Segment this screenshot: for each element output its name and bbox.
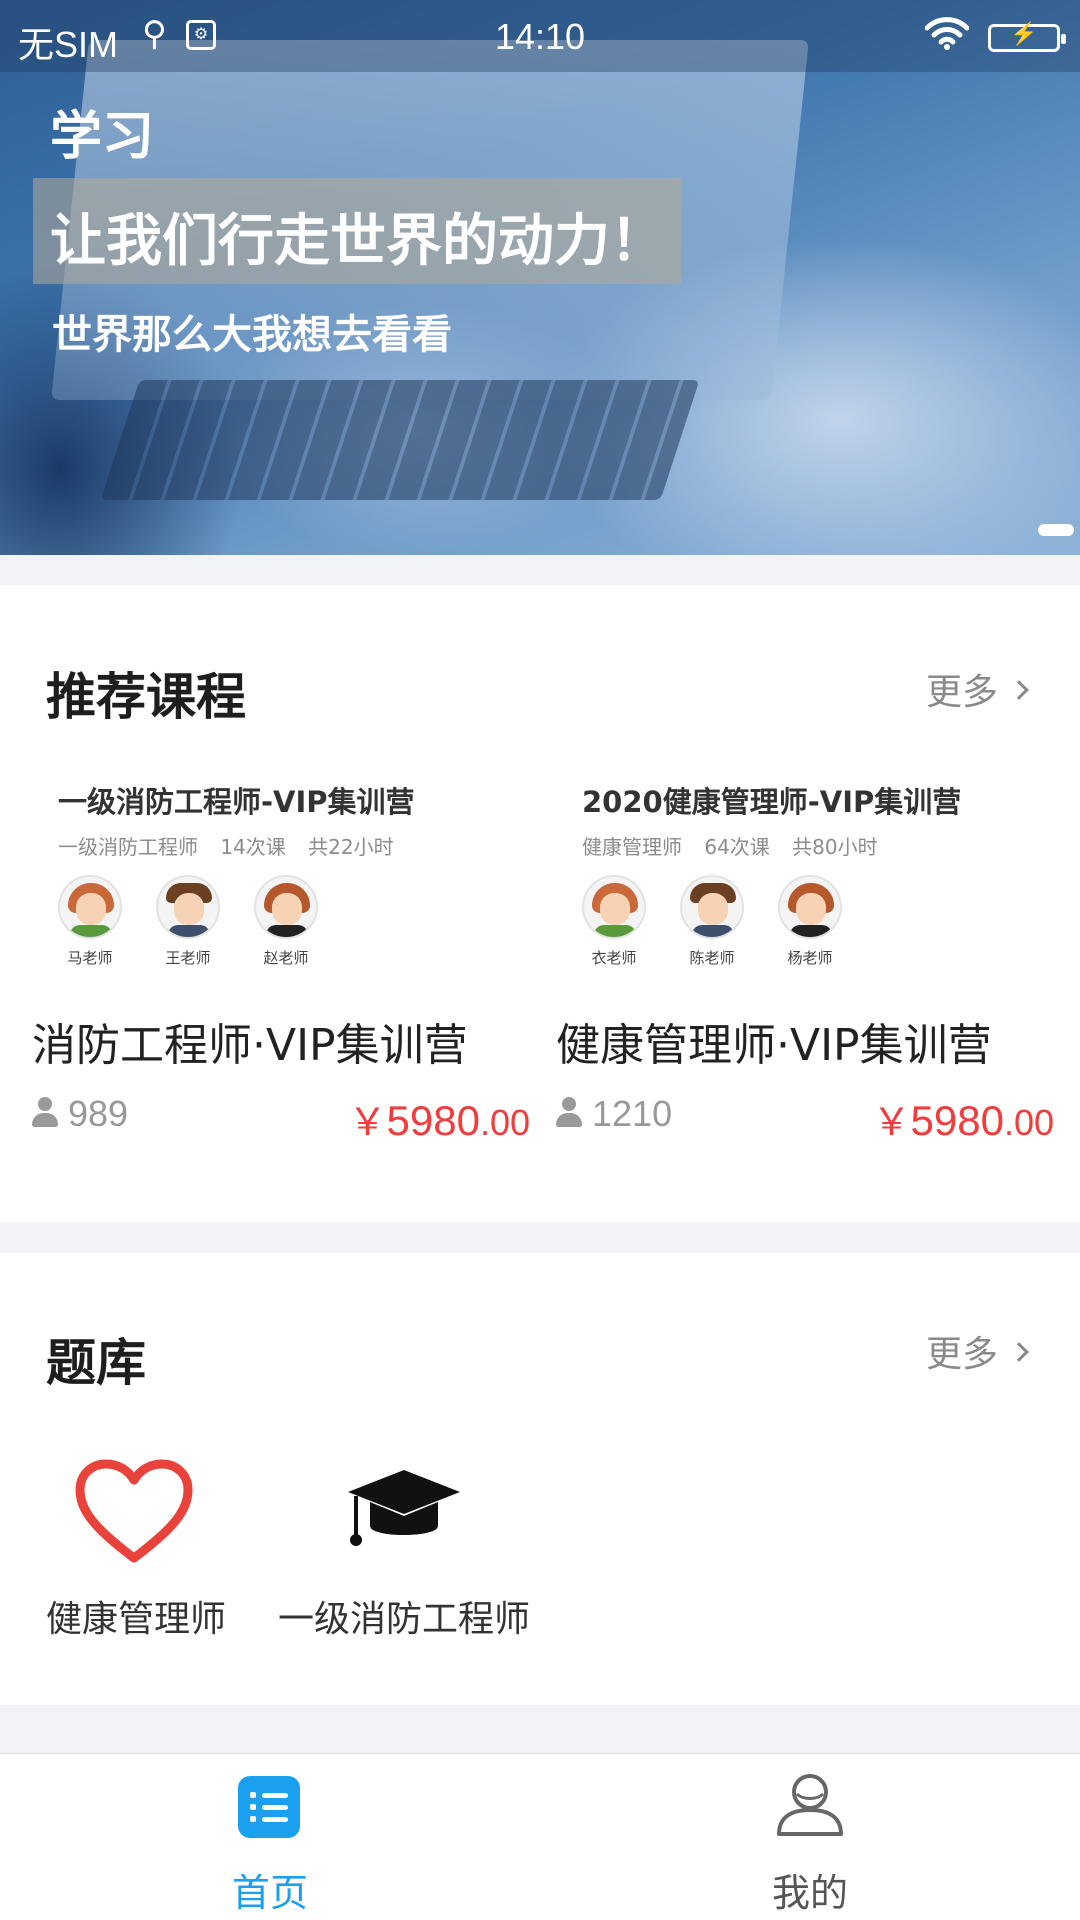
graduation-cap-icon — [348, 1470, 460, 1546]
avatar — [58, 875, 122, 939]
battery-icon: ⚡ — [988, 21, 1066, 52]
more-courses-link[interactable]: 更多 — [925, 663, 1029, 715]
person-icon — [554, 1097, 584, 1131]
price-currency: ￥ — [872, 1102, 911, 1144]
teacher-name: 杨老师 — [787, 949, 833, 967]
teacher: 杨老师 — [778, 875, 842, 968]
banner-subtitle: 世界那么大我想去看看 — [52, 312, 452, 358]
teacher: 王老师 — [156, 875, 220, 968]
course-name: 消防工程师·VIP集训营 — [32, 1020, 468, 1071]
course-thumbnail: 2020健康管理师-VIP集训营 健康管理师 64次课 共80小时 衣老师 陈老… — [554, 765, 1054, 985]
teacher-list: 马老师 王老师 赵老师 — [58, 875, 318, 968]
thumb-meta: 健康管理师 64次课 共80小时 — [582, 835, 878, 859]
avatar — [778, 875, 842, 939]
more-question-bank-link[interactable]: 更多 — [925, 1325, 1029, 1377]
question-bank-item-health[interactable]: 健康管理师 — [44, 1458, 226, 1640]
teacher-name: 衣老师 — [591, 949, 637, 967]
recommended-courses-section: 推荐课程 更多 一级消防工程师-VIP集训营 一级消防工程师 14次课 共22小… — [0, 585, 1080, 1222]
chevron-right-icon — [1009, 1342, 1029, 1362]
clock: 14:10 — [494, 16, 586, 57]
course-card[interactable]: 2020健康管理师-VIP集训营 健康管理师 64次课 共80小时 衣老师 陈老… — [554, 765, 1054, 1235]
price-integer: 5980 — [386, 1097, 480, 1144]
teacher-name: 马老师 — [67, 949, 113, 967]
tab-label: 首页 — [231, 1871, 308, 1915]
avatar — [582, 875, 646, 939]
tab-home[interactable]: 首页 — [0, 1754, 540, 1920]
avatar — [254, 875, 318, 939]
course-price: ￥5980.00 — [873, 1091, 1055, 1146]
teacher-name: 赵老师 — [263, 949, 309, 967]
course-card[interactable]: 一级消防工程师-VIP集训营 一级消防工程师 14次课 共22小时 马老师 王老… — [30, 765, 530, 1235]
person-icon — [30, 1097, 60, 1131]
question-bank-item-fire[interactable]: 一级消防工程师 — [278, 1458, 538, 1640]
teacher: 赵老师 — [254, 875, 318, 968]
bottom-tab-bar: 首页 我的 — [0, 1753, 1080, 1920]
price-decimal: .00 — [1003, 1102, 1054, 1143]
avatar — [680, 875, 744, 939]
price-integer: 5980 — [910, 1097, 1004, 1144]
heart-icon — [75, 1459, 193, 1563]
more-label: 更多 — [925, 1334, 998, 1375]
price-decimal: .00 — [479, 1102, 530, 1143]
course-thumbnail: 一级消防工程师-VIP集训营 一级消防工程师 14次课 共22小时 马老师 王老… — [30, 765, 530, 985]
more-label: 更多 — [925, 672, 998, 713]
banner-title: 学习 — [50, 107, 155, 167]
teacher: 马老师 — [58, 875, 122, 968]
question-bank-label: 健康管理师 — [46, 1599, 227, 1640]
teacher-name: 陈老师 — [689, 949, 735, 967]
status-bar: 无SIM ⚲ ⚙ 14:10 ⚡ — [0, 0, 1080, 72]
course-stats: 1210 ￥5980.00 — [554, 1091, 1054, 1147]
student-count: 1210 — [592, 1093, 673, 1134]
wifi-icon — [925, 17, 969, 50]
banner-keyboard-image — [100, 380, 700, 500]
teacher: 衣老师 — [582, 875, 646, 968]
course-price: ￥5980.00 — [349, 1091, 531, 1146]
banner-slogan: 让我们行走世界的动力！ — [50, 209, 666, 274]
question-bank-label: 一级消防工程师 — [278, 1599, 531, 1640]
section-title: 题库 — [46, 1334, 146, 1392]
price-currency: ￥ — [348, 1102, 387, 1144]
banner-carousel[interactable]: 学习 让我们行走世界的动力！ 世界那么大我想去看看 — [0, 0, 1080, 555]
course-name: 健康管理师·VIP集训营 — [556, 1020, 992, 1071]
teacher-list: 衣老师 陈老师 杨老师 — [582, 875, 842, 968]
section-title: 推荐课程 — [46, 668, 246, 726]
course-stats: 989 ￥5980.00 — [30, 1091, 530, 1147]
user-icon — [777, 1774, 843, 1836]
avatar — [156, 875, 220, 939]
teacher: 陈老师 — [680, 875, 744, 968]
question-bank-section: 题库 更多 健康管理师 一级消防工程师 — [0, 1253, 1080, 1705]
thumb-meta: 一级消防工程师 14次课 共22小时 — [58, 835, 394, 859]
tab-label: 我的 — [771, 1871, 848, 1915]
carousel-indicator[interactable] — [1038, 524, 1074, 536]
thumb-title: 2020健康管理师-VIP集训营 — [582, 785, 962, 819]
student-count: 989 — [68, 1093, 129, 1134]
tab-profile[interactable]: 我的 — [540, 1754, 1080, 1920]
list-icon — [238, 1776, 300, 1838]
chevron-right-icon — [1009, 680, 1029, 700]
thumb-title: 一级消防工程师-VIP集训营 — [58, 785, 415, 819]
teacher-name: 王老师 — [165, 949, 211, 967]
